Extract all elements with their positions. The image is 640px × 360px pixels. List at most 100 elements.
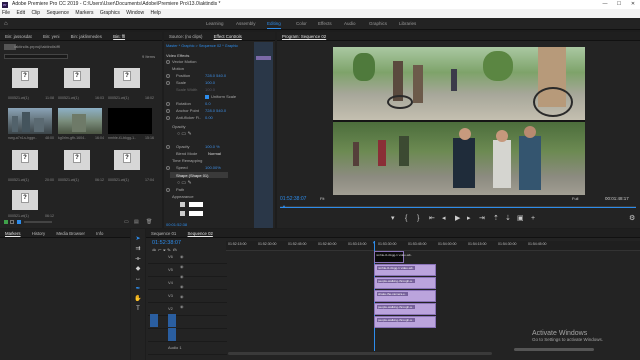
lift-icon[interactable]: ⇡ [493,215,499,223]
tab-bin-jassosdat[interactable]: Bin: jassosdat [5,34,32,39]
program-monitor-title[interactable]: Program: Sequence 02 [282,34,326,39]
play-icon[interactable]: ▶ [455,215,460,223]
slip-tool-icon[interactable]: ↔ [134,275,142,283]
go-to-in-icon[interactable]: ⇤ [429,215,435,223]
anchor-point-value[interactable]: 728.0 540.0 [205,108,226,113]
track-target-a1[interactable] [168,328,176,341]
workspace-learning[interactable]: Learning [206,18,224,30]
track-header-v3[interactable]: V3 [148,290,227,303]
rotation-value[interactable]: 0.0 [205,101,211,106]
clip-video[interactable]: people-walking-through-a.. [374,316,436,328]
tab-sequence-01[interactable]: Sequence 01 [151,231,176,236]
add-marker-icon[interactable]: ▾ [391,215,395,223]
button-editor-icon[interactable]: + [531,215,535,223]
workspace-graphics[interactable]: Graphics [369,18,387,30]
media-thumbnail[interactable]: ? [64,68,90,88]
toggle-animation-icon[interactable] [166,166,170,170]
mark-out-icon[interactable]: } [417,215,419,223]
video-thumbnail[interactable] [108,108,152,134]
video-thumbnail[interactable] [58,108,102,134]
track-header-v6[interactable]: V6 [148,251,227,264]
menu-help[interactable]: Help [150,10,160,16]
media-thumbnail[interactable]: ? [12,68,38,88]
media-thumbnail[interactable]: ? [12,150,38,170]
clip-video[interactable]: people-walking-through-a.. [374,277,436,289]
position-value[interactable]: 728.0 540.0 [205,73,226,78]
effect-controls-timecode[interactable]: 00:01:52:38 [166,222,187,227]
playhead-icon[interactable]: ▼ [282,204,286,209]
fill-color-swatch[interactable] [189,202,203,207]
hand-tool-icon[interactable]: ✋ [134,295,142,303]
opacity-value[interactable]: 100.0 % [205,144,220,149]
menu-clip[interactable]: Clip [31,10,40,16]
track-header-v2[interactable]: V2 [148,303,227,316]
step-back-icon[interactable]: ◂ [442,215,446,223]
menu-window[interactable]: Window [126,10,144,16]
media-thumbnail[interactable]: ? [114,68,140,88]
list-view-icon[interactable] [10,220,14,224]
media-thumbnail[interactable]: ? [64,150,90,170]
menu-file[interactable]: File [2,10,10,16]
toggle-animation-icon[interactable] [166,74,170,78]
toggle-animation-icon[interactable] [166,81,170,85]
maximize-button[interactable]: ☐ [612,0,626,9]
track-target-v1[interactable] [168,314,176,327]
uniform-scale-checkbox[interactable] [205,95,209,99]
mask-shape-icons[interactable]: ○ ▭ ✎ [177,131,192,137]
extract-icon[interactable]: ⇣ [505,215,511,223]
go-to-out-icon[interactable]: ⇥ [479,215,485,223]
track-select-tool-icon[interactable]: ⇉ [134,245,142,253]
workspace-color[interactable]: Color [296,18,307,30]
toggle-animation-icon[interactable] [166,102,170,106]
source-patch-v1[interactable] [150,314,158,327]
workspace-libraries[interactable]: Libraries [399,18,416,30]
menu-graphics[interactable]: Graphics [100,10,120,16]
toggle-animation-icon[interactable] [166,145,170,149]
new-bin-icon[interactable]: ▭ [124,219,129,225]
selection-tool-icon[interactable]: ➤ [134,235,142,243]
anti-flicker-value[interactable]: 0.00 [205,115,213,120]
tab-sequence-02[interactable]: Sequence 02 [188,231,213,236]
clip-black-video[interactable]: nmhle-t1-bkgg-1 video-wlt.. [374,251,412,263]
workspace-assembly[interactable]: Assembly [236,18,256,30]
stroke-color-swatch[interactable] [189,211,203,216]
timeline-timecode[interactable]: 01:52:38:07 [152,240,181,246]
menu-edit[interactable]: Edit [16,10,25,16]
tab-info[interactable]: Info [96,231,103,236]
tab-history[interactable]: History [32,231,45,236]
settings-icon[interactable]: ⚙ [629,215,635,223]
icon-view-icon[interactable] [17,220,21,224]
razor-tool-icon[interactable]: ◆ [134,265,142,273]
type-tool-icon[interactable]: T [134,305,142,313]
eye-icons[interactable]: ◉ ◉ ◉ ◉ ◉ ◉ [180,254,184,309]
toggle-animation-icon[interactable] [166,188,170,192]
menu-sequence[interactable]: Sequence [46,10,69,16]
workspace-effects[interactable]: Effects [318,18,332,30]
tab-media-browser[interactable]: Media Browser [56,231,85,236]
program-timecode[interactable]: 01:52:38:07 [280,196,306,202]
track-header-v5[interactable]: V5 [148,264,227,277]
video-thumbnail[interactable] [8,108,52,134]
ripple-edit-tool-icon[interactable]: ⟛ [134,255,142,263]
media-thumbnail[interactable]: ? [114,150,140,170]
track-header-a1[interactable]: A1 [148,329,227,342]
tab-markers[interactable]: Markers [5,231,21,236]
tab-bin-jaklinmedes[interactable]: Bin: jaklinmedes [71,34,102,39]
resolution-select[interactable]: Full [572,196,578,201]
toggle-animation-icon[interactable] [166,116,170,120]
speed-value[interactable]: 100.00% [205,165,221,170]
zoom-fit-select[interactable]: Fit [320,196,324,201]
timeline-scrollbar[interactable] [228,352,492,355]
pen-tool-icon[interactable]: ✒ [134,285,142,293]
effect-row-label[interactable]: Shape (Shape 01) [176,173,208,178]
new-item-icon[interactable]: ▤ [134,219,139,225]
tab-source[interactable]: Source: (no clips) [169,34,202,39]
trash-icon[interactable]: 🗑 [146,219,152,225]
track-header-v4[interactable]: V4 [148,277,227,290]
track-header-v1[interactable]: V1 [148,316,227,329]
home-icon[interactable]: ⌂ [4,21,10,27]
toggle-animation-icon[interactable] [166,60,170,64]
blend-mode-select[interactable]: Normal [208,151,221,156]
search-input[interactable] [4,54,68,59]
playhead-icon[interactable]: ▼ [372,240,376,245]
